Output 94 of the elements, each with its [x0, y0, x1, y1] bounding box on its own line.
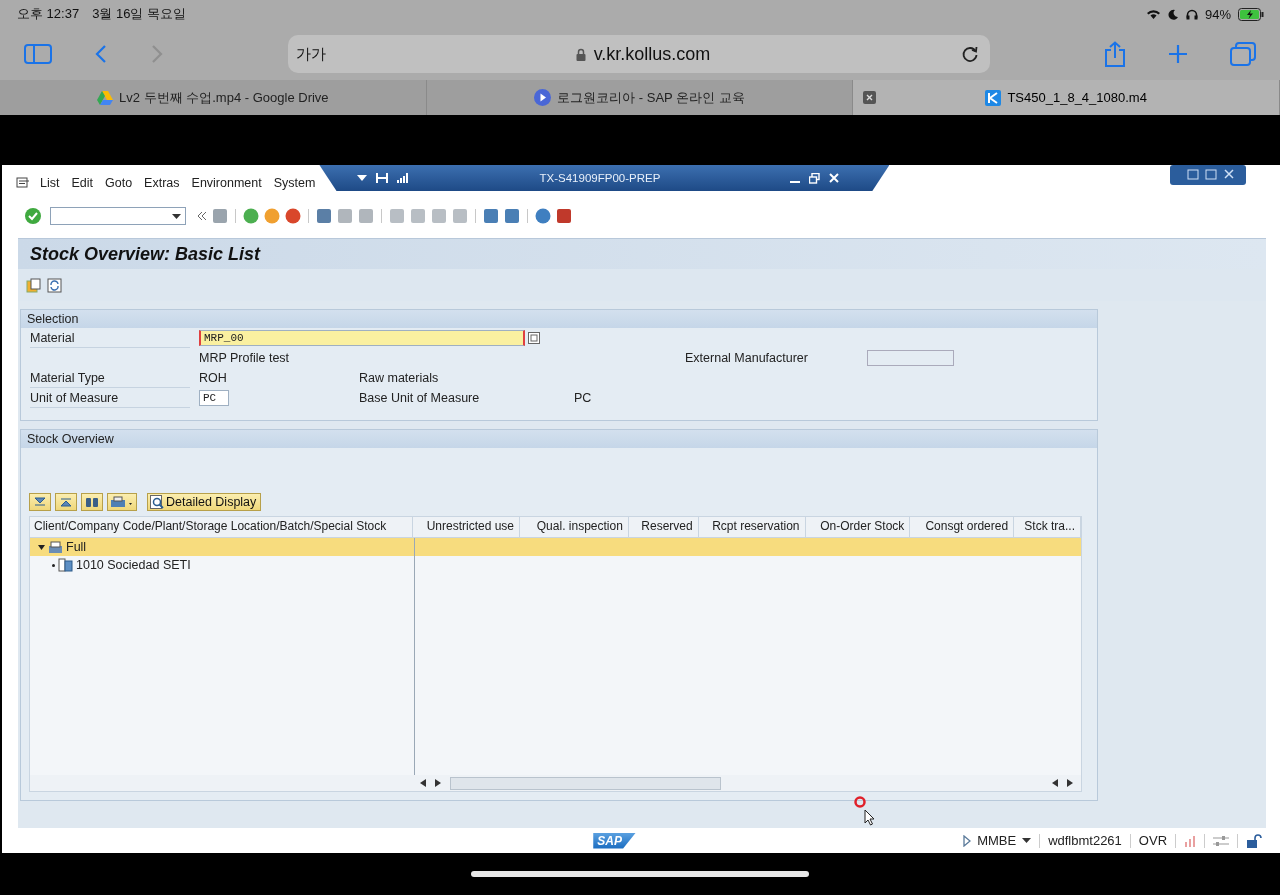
- bullet-icon: [52, 563, 55, 567]
- column-header[interactable]: Stck tra...: [1014, 517, 1081, 537]
- headphones-icon: [1185, 8, 1198, 20]
- play-icon: [534, 89, 552, 106]
- clock-time: 오후 12:37: [17, 5, 80, 23]
- base-unit-value: PC: [574, 391, 592, 405]
- address-bar[interactable]: 가가 v.kr.kollus.com: [288, 35, 990, 73]
- dropdown-icon[interactable]: [1022, 838, 1032, 843]
- triangle-icon[interactable]: [963, 834, 972, 847]
- field-label: External Manufacturer: [685, 351, 809, 365]
- battery-icon: [1238, 7, 1264, 21]
- menu-item[interactable]: Extras: [144, 175, 180, 190]
- panel-title: Selection: [27, 312, 79, 326]
- date-text: 3월 16일 목요일: [92, 5, 187, 23]
- dropdown-icon[interactable]: [172, 213, 181, 219]
- panel-title: Stock Overview: [27, 432, 114, 446]
- printer-icon: [110, 496, 134, 508]
- magnifier-icon: [150, 495, 164, 509]
- tree-row[interactable]: 1010 Sociedad SETI: [30, 556, 1081, 574]
- tree-row[interactable]: Full: [30, 538, 1081, 556]
- column-header[interactable]: Unrestricted use: [413, 517, 521, 537]
- collapse-icon[interactable]: [197, 211, 207, 221]
- unlock-icon[interactable]: [1246, 833, 1262, 848]
- menu-item[interactable]: Edit: [71, 175, 93, 190]
- print-button[interactable]: [107, 493, 137, 511]
- tree-node-label: 1010 Sociedad SETI: [76, 558, 191, 572]
- k-logo-icon: [985, 89, 1002, 106]
- column-header[interactable]: Reserved: [628, 517, 699, 537]
- window-title: TX-S41909FP00-PREP: [538, 172, 662, 184]
- detailed-display-button[interactable]: Detailed Display: [147, 493, 262, 511]
- material-type-value: ROH: [199, 371, 228, 385]
- scroll-right-icon[interactable]: [435, 779, 441, 787]
- restore-icon[interactable]: [809, 172, 821, 184]
- battery-percent: 94%: [1204, 6, 1231, 22]
- scrollbar-thumb[interactable]: [450, 776, 721, 790]
- menu-item[interactable]: Goto: [105, 175, 133, 190]
- building-icon: [58, 558, 73, 572]
- mouse-pointer-icon: [864, 809, 875, 826]
- screen-title: Stock Overview: Basic List: [30, 243, 261, 265]
- dropdown-icon[interactable]: [357, 175, 368, 181]
- reload-icon[interactable]: [960, 44, 980, 64]
- expand-toggle-icon[interactable]: [38, 543, 45, 551]
- server-name: wdflbmt2261: [1048, 833, 1122, 848]
- menu-item[interactable]: Environment: [191, 175, 262, 190]
- collapse-icon: [60, 497, 72, 507]
- drive-icon: [97, 90, 114, 105]
- input-mode: OVR: [1138, 833, 1167, 848]
- scroll-right-icon[interactable]: [1067, 779, 1073, 787]
- refresh-icon[interactable]: [47, 277, 62, 293]
- printer-icon: [48, 540, 63, 554]
- browser-tab[interactable]: TS450_1_8_4_1080.m4: [853, 80, 1280, 115]
- click-indicator-icon: [854, 796, 866, 808]
- scroll-left-icon[interactable]: [1052, 779, 1058, 787]
- text-size-button[interactable]: 가가: [296, 44, 326, 64]
- expand-button[interactable]: [29, 493, 51, 511]
- enter-icon[interactable]: [25, 208, 41, 224]
- column-header[interactable]: Rcpt reservation: [698, 517, 806, 537]
- clipboard-icon[interactable]: [26, 277, 41, 293]
- external-manufacturer-field[interactable]: [867, 350, 954, 366]
- field-label: Unit of Measure: [30, 388, 190, 408]
- transaction-code: MMBE: [977, 833, 1017, 848]
- expand-icon: [34, 497, 46, 507]
- find-button[interactable]: [81, 493, 103, 511]
- window-controls-icon[interactable]: [1170, 165, 1246, 185]
- collapse-button[interactable]: [55, 493, 77, 511]
- menu-icon[interactable]: [16, 176, 30, 189]
- material-description: MRP Profile test: [199, 351, 291, 365]
- column-header[interactable]: On-Order Stock: [805, 517, 911, 537]
- close-icon[interactable]: [863, 91, 877, 104]
- binoculars-icon: [85, 496, 99, 508]
- value-help-icon[interactable]: [528, 332, 540, 344]
- sap-logo: SAP: [593, 832, 636, 849]
- column-header[interactable]: Qual. inspection: [520, 517, 629, 537]
- chart-icon: [1184, 834, 1196, 847]
- column-header[interactable]: Consgt ordered: [910, 517, 1015, 537]
- command-field[interactable]: [50, 207, 186, 225]
- unit-field[interactable]: PC: [199, 390, 229, 406]
- column-header[interactable]: Client/Company Code/Plant/Storage Location/Batch/Special Stock: [30, 517, 414, 537]
- scroll-left-icon[interactable]: [420, 779, 426, 787]
- menu-item[interactable]: List: [40, 175, 60, 190]
- field-label: Base Unit of Measure: [359, 391, 481, 405]
- moon-icon: [1167, 8, 1179, 20]
- lock-icon: [575, 47, 586, 61]
- wifi-icon: [1145, 8, 1161, 20]
- signal-icon: [397, 173, 410, 183]
- field-label: Material Type: [30, 368, 190, 388]
- url-text: v.kr.kollus.com: [593, 43, 711, 65]
- field-label: Material: [30, 328, 190, 348]
- close-icon[interactable]: [829, 173, 840, 183]
- menu-item[interactable]: System: [273, 175, 316, 190]
- settings-sliders-icon[interactable]: [1213, 834, 1229, 847]
- material-field[interactable]: MRP_00: [199, 330, 525, 346]
- material-type-description: Raw materials: [359, 371, 439, 385]
- tree-node-label: Full: [66, 540, 87, 554]
